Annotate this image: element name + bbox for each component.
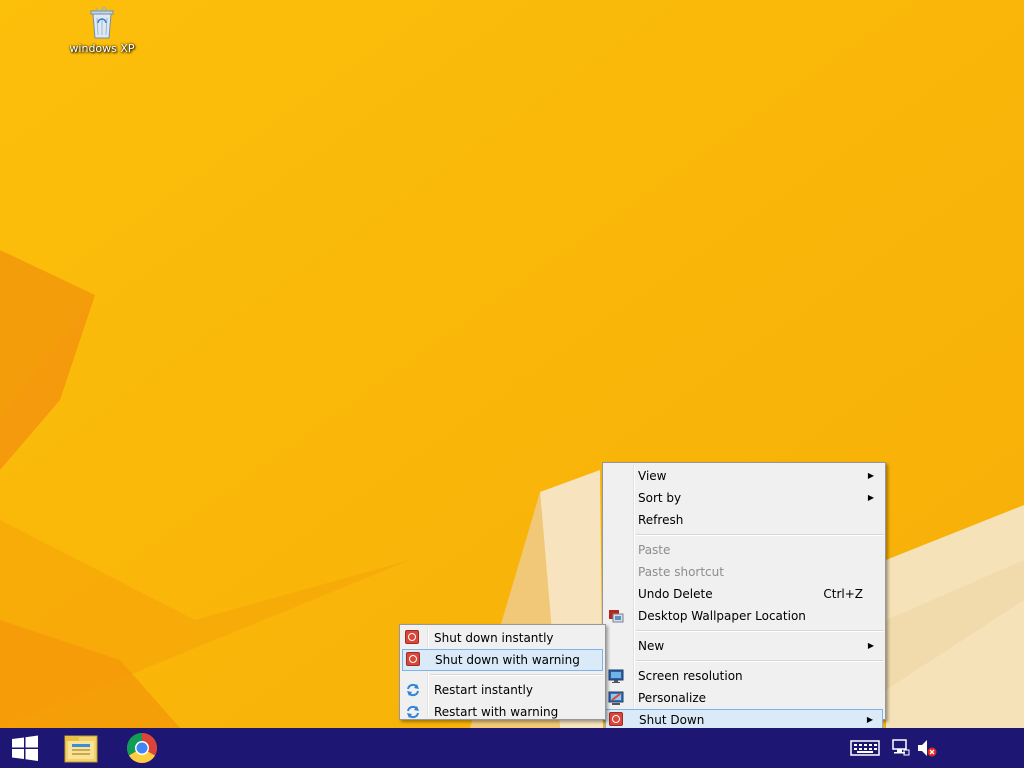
menu-item-shut-down-instantly[interactable]: Shut down instantly: [402, 627, 603, 649]
menu-item-desktop-wallpaper-location[interactable]: Desktop Wallpaper Location: [605, 605, 883, 627]
submenu-arrow-icon: ▶: [867, 493, 874, 502]
submenu-arrow-icon: ▶: [867, 641, 874, 650]
menu-item-label: Personalize: [638, 691, 707, 705]
restart-icon: [405, 682, 421, 698]
menu-separator: [636, 660, 883, 662]
menu-item-label: Sort by: [638, 491, 682, 505]
tray-network[interactable]: [888, 728, 914, 768]
menu-separator: [430, 674, 603, 676]
menu-item-label: Shut down instantly: [434, 631, 554, 645]
tray-keyboard[interactable]: [848, 728, 882, 768]
windows-logo-icon: [12, 735, 38, 761]
menu-item-shut-down[interactable]: Shut Down ▶: [605, 709, 883, 728]
menu-item-paste[interactable]: Paste: [605, 539, 883, 561]
submenu-arrow-icon: ▶: [867, 471, 874, 480]
desktop[interactable]: windows XP View ▶ Sort by ▶ Refresh Past…: [0, 0, 1024, 728]
menu-item-view[interactable]: View ▶: [605, 465, 883, 487]
menu-item-label: Shut Down: [639, 713, 705, 727]
taskbar-file-explorer[interactable]: [54, 728, 108, 768]
menu-item-sort-by[interactable]: Sort by ▶: [605, 487, 883, 509]
shutdown-submenu: Shut down instantly Shut down with warni…: [399, 624, 606, 720]
desktop-icon-recycle-bin[interactable]: windows XP: [62, 6, 142, 55]
menu-item-label: Screen resolution: [638, 669, 743, 683]
menu-item-label: Refresh: [638, 513, 684, 527]
menu-item-label: Restart with warning: [434, 705, 559, 719]
menu-item-shut-down-with-warning[interactable]: Shut down with warning: [402, 649, 603, 671]
keyboard-icon: [850, 740, 880, 756]
taskbar: [0, 728, 1024, 768]
menu-item-restart-instantly[interactable]: Restart instantly: [402, 679, 603, 701]
volume-muted-icon: [918, 740, 937, 757]
personalize-icon: [608, 690, 624, 706]
menu-item-restart-with-warning[interactable]: Restart with warning: [402, 701, 603, 723]
start-button[interactable]: [0, 728, 54, 768]
menu-item-label: View: [638, 469, 667, 483]
power-icon: [609, 712, 625, 728]
menu-item-label: Restart instantly: [434, 683, 533, 697]
menu-item-screen-resolution[interactable]: Screen resolution: [605, 665, 883, 687]
menu-item-label: Undo Delete: [638, 587, 713, 601]
menu-item-refresh[interactable]: Refresh: [605, 509, 883, 531]
menu-item-label: Paste shortcut: [638, 565, 724, 579]
menu-item-label: New: [638, 639, 665, 653]
menu-item-label: Paste: [638, 543, 671, 557]
menu-item-new[interactable]: New ▶: [605, 635, 883, 657]
submenu-arrow-icon: ▶: [866, 715, 873, 724]
taskbar-chrome[interactable]: [115, 728, 169, 768]
menu-item-label: Shut down with warning: [435, 653, 580, 667]
menu-item-personalize[interactable]: Personalize: [605, 687, 883, 709]
menu-separator: [636, 630, 883, 632]
monitor-icon: [608, 668, 624, 684]
power-icon: [405, 630, 421, 646]
menu-item-label: Desktop Wallpaper Location: [638, 609, 806, 623]
wallpaper-icon: [608, 608, 624, 624]
restart-icon: [405, 704, 421, 720]
network-icon: [892, 739, 910, 756]
folder-icon: [64, 735, 98, 763]
tray-volume[interactable]: [914, 728, 940, 768]
chrome-icon: [126, 733, 158, 764]
menu-separator: [636, 534, 883, 536]
power-icon: [406, 652, 422, 668]
menu-item-undo-delete[interactable]: Undo Delete Ctrl+Z: [605, 583, 883, 605]
recycle-bin-icon: [87, 6, 117, 40]
desktop-context-menu: View ▶ Sort by ▶ Refresh Paste Paste sho…: [602, 462, 886, 728]
menu-item-shortcut: Ctrl+Z: [823, 587, 863, 601]
menu-item-paste-shortcut[interactable]: Paste shortcut: [605, 561, 883, 583]
desktop-icon-label: windows XP: [69, 42, 135, 55]
